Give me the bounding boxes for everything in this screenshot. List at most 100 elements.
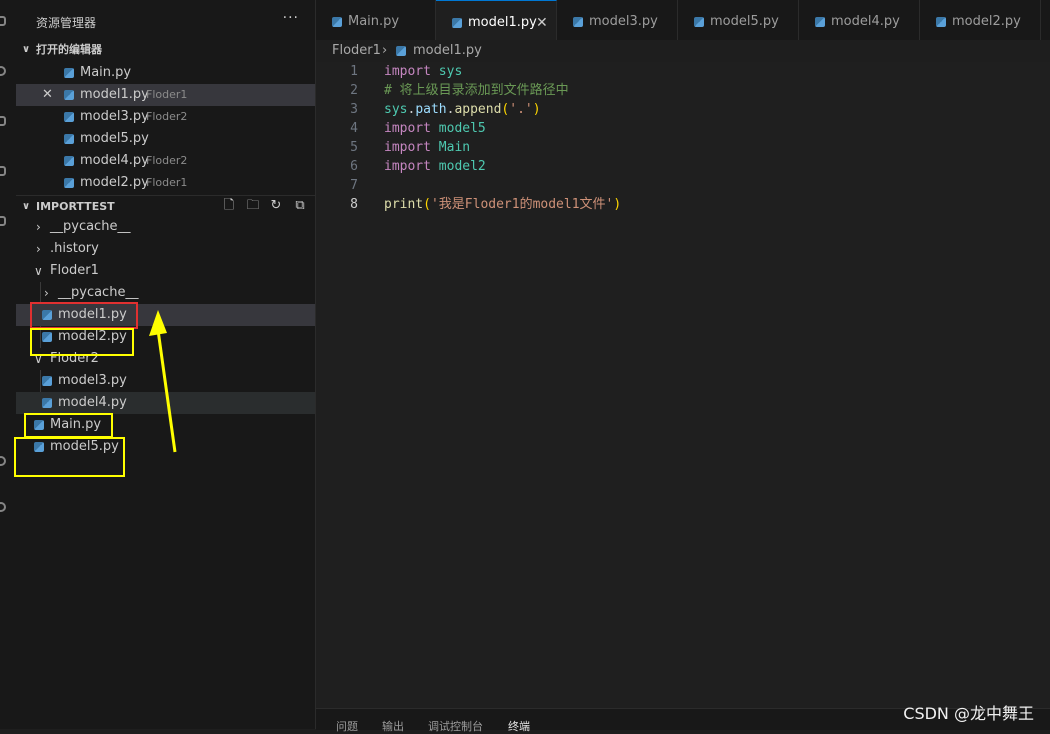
code-line: import model5 — [384, 119, 486, 138]
python-file-icon — [694, 17, 704, 27]
open-editor-item[interactable]: model4.py Floder2 — [16, 150, 315, 172]
code-token: # 将上级目录添加到文件路径中 — [384, 83, 569, 98]
chevron-down-icon: ∨ — [34, 264, 43, 278]
code-token: print — [384, 197, 424, 212]
python-file-icon — [396, 46, 406, 56]
open-editor-item[interactable]: Main.py — [16, 62, 315, 84]
editor-tab-bar: Main.py model1.py ✕ model3.py model5.py … — [316, 0, 1050, 40]
python-file-icon — [332, 17, 342, 27]
watermark: CSDN @龙中舞王 — [903, 704, 1034, 723]
line-number: 2 — [350, 83, 358, 98]
code-token: '.' — [509, 102, 533, 117]
panel-tab-problems[interactable]: 问题 — [336, 718, 358, 734]
code-token: Main — [438, 140, 471, 155]
python-file-icon — [573, 17, 583, 27]
python-file-icon — [64, 156, 74, 166]
explorer-title: 资源管理器 — [36, 16, 97, 30]
panel-tab-terminal[interactable]: 终端 — [508, 718, 530, 734]
tab-model5[interactable]: model5.py — [678, 0, 799, 40]
line-number: 6 — [350, 159, 358, 174]
new-folder-icon[interactable]: 🗀 — [246, 199, 260, 213]
open-editors-header[interactable]: ∨ 打开的编辑器 — [16, 39, 315, 61]
breadcrumb-file[interactable]: model1.py — [413, 41, 482, 61]
open-editor-item[interactable]: ✕ model1.py Floder1 — [16, 84, 315, 106]
activity-bar — [0, 0, 16, 729]
line-number: 7 — [350, 178, 358, 193]
code-token: model2 — [438, 159, 486, 174]
code-token: import — [384, 140, 431, 155]
chevron-down-icon: ∨ — [22, 201, 31, 212]
code-token: import — [384, 159, 431, 174]
breadcrumb-separator: › — [382, 43, 388, 58]
settings-gear-icon[interactable] — [0, 502, 6, 512]
code-token: ( — [423, 197, 431, 212]
code-token: import — [384, 64, 431, 79]
annotation-yellow-box — [14, 437, 125, 477]
source-control-icon[interactable] — [0, 116, 6, 126]
code-token: model5 — [438, 121, 486, 136]
python-file-icon — [64, 134, 74, 144]
open-editor-item[interactable]: model3.py Floder2 — [16, 106, 315, 128]
python-file-icon — [815, 17, 825, 27]
tab-model1[interactable]: model1.py ✕ — [436, 0, 557, 40]
tab-model4[interactable]: model4.py — [799, 0, 920, 40]
extensions-icon[interactable] — [0, 216, 6, 226]
chevron-right-icon: › — [36, 220, 41, 234]
code-token: '我是Floder1的model1文件' — [430, 197, 614, 212]
code-token: ) — [613, 197, 622, 212]
chevron-down-icon: ∨ — [22, 44, 31, 55]
code-line: import Main — [384, 138, 470, 157]
tab-model3[interactable]: model3.py — [557, 0, 678, 40]
code-token: append — [454, 102, 502, 117]
line-number: 4 — [350, 121, 358, 136]
line-number: 8 — [350, 197, 358, 212]
annotation-yellow-box — [30, 328, 134, 356]
code-editor[interactable]: 1 2 3 4 5 6 7 8 import sys # 将上级目录添加到文件路径中 sys.pat… — [316, 62, 1050, 708]
python-file-icon — [64, 112, 74, 122]
python-file-icon — [42, 376, 52, 386]
annotation-arrow — [149, 310, 177, 453]
collapse-all-icon[interactable]: ⧉ — [293, 199, 307, 213]
python-file-icon — [64, 178, 74, 188]
close-icon[interactable]: ✕ — [42, 84, 53, 106]
code-token: sys — [384, 102, 408, 117]
line-number: 1 — [350, 64, 358, 79]
code-line: sys.path.append('.') — [384, 100, 541, 119]
panel-tab-debug-console[interactable]: 调试控制台 — [428, 718, 483, 734]
python-file-icon — [452, 18, 462, 28]
annotation-yellow-box — [24, 413, 113, 438]
refresh-icon[interactable]: ↻ — [269, 199, 283, 213]
tree-folder[interactable]: ∨ Floder1 — [16, 260, 315, 282]
tree-folder[interactable]: › .history — [16, 238, 315, 260]
open-editor-item[interactable]: model5.py — [16, 128, 315, 150]
code-line: import sys — [384, 62, 462, 81]
account-icon[interactable] — [0, 456, 6, 466]
chevron-right-icon: › — [36, 242, 41, 256]
close-icon[interactable]: ✕ — [536, 1, 548, 45]
code-token: sys — [438, 64, 463, 79]
line-number: 5 — [350, 140, 358, 155]
python-file-icon — [936, 17, 946, 27]
code-token: ) — [532, 102, 541, 117]
chevron-right-icon: › — [44, 286, 49, 300]
panel-tab-output[interactable]: 输出 — [382, 718, 404, 734]
more-actions-icon[interactable]: ··· — [283, 10, 299, 26]
open-editor-item[interactable]: model2.py Floder1 — [16, 172, 315, 194]
python-file-icon — [42, 398, 52, 408]
code-line: print('我是Floder1的model1文件') — [384, 195, 621, 214]
code-token: path — [415, 102, 447, 117]
run-debug-icon[interactable] — [0, 166, 6, 176]
breadcrumb-folder[interactable]: Floder1 — [332, 41, 381, 61]
python-file-icon — [64, 90, 74, 100]
explorer-icon[interactable] — [0, 16, 6, 26]
tree-folder[interactable]: › __pycache__ — [16, 216, 315, 238]
code-token: import — [384, 121, 431, 136]
search-icon[interactable] — [0, 66, 6, 76]
tab-main[interactable]: Main.py — [316, 0, 436, 40]
tab-model2[interactable]: model2.py — [920, 0, 1041, 40]
new-file-icon[interactable]: 🗋 — [222, 199, 236, 213]
